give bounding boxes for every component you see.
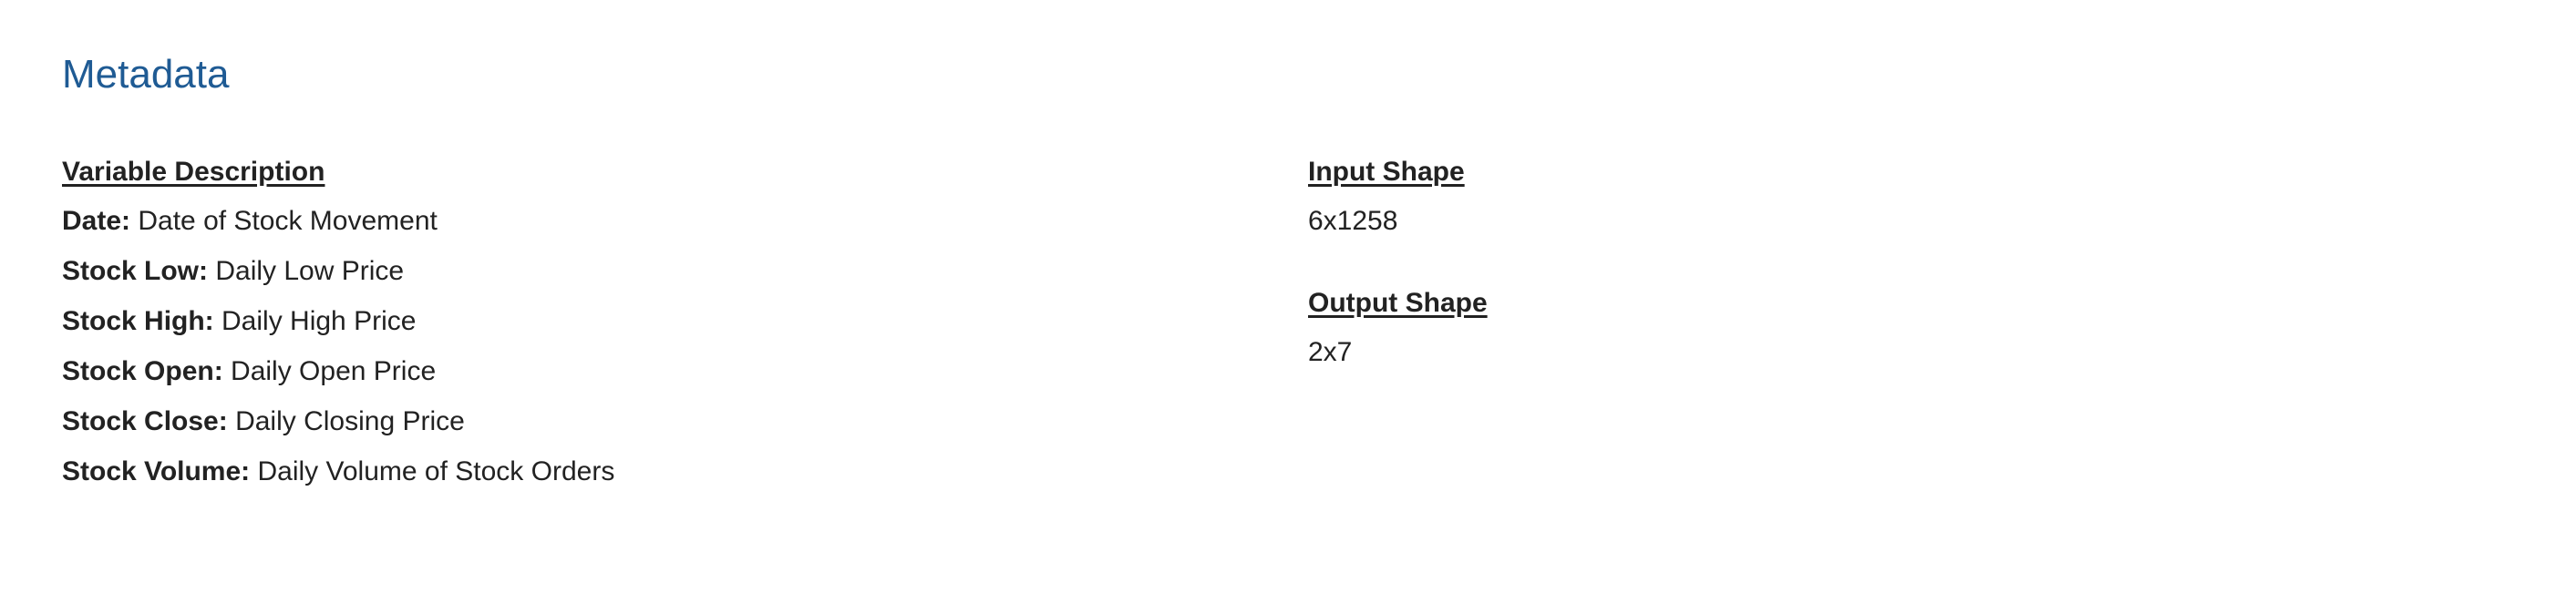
variable-list: Date: Date of Stock Movement Stock Low: …	[62, 204, 1247, 489]
variable-item-stock-close: Stock Close: Daily Closing Price	[62, 404, 1247, 439]
input-shape-value: 6x1258	[1308, 206, 1398, 236]
variable-description: Daily Open Price	[231, 356, 437, 386]
shape-section: Input Shape 6x1258 Output Shape 2x7	[1308, 155, 2493, 370]
variable-description-section: Variable Description Date: Date of Stock…	[62, 155, 1247, 489]
variable-description: Daily Volume of Stock Orders	[257, 456, 615, 486]
output-shape-heading: Output Shape	[1308, 288, 1488, 318]
variable-name: Stock Close:	[62, 406, 228, 436]
variable-description: Date of Stock Movement	[138, 206, 438, 236]
variable-name: Stock Volume:	[62, 456, 251, 486]
variable-name: Stock Open:	[62, 356, 223, 386]
variable-name: Stock Low:	[62, 256, 209, 286]
variable-name: Date:	[62, 206, 131, 236]
variable-name: Stock High:	[62, 306, 214, 336]
input-shape-heading: Input Shape	[1308, 157, 1465, 187]
variable-description: Daily Closing Price	[235, 406, 465, 436]
variable-description: Daily High Price	[222, 306, 417, 336]
variable-item-stock-low: Stock Low: Daily Low Price	[62, 254, 1247, 289]
variable-item-date: Date: Date of Stock Movement	[62, 204, 1247, 239]
input-shape-block: Input Shape 6x1258	[1308, 155, 2493, 239]
variable-description: Daily Low Price	[215, 256, 405, 286]
variable-item-stock-volume: Stock Volume: Daily Volume of Stock Orde…	[62, 455, 1247, 489]
page-title: Metadata	[62, 52, 230, 97]
variable-description-heading: Variable Description	[62, 157, 325, 187]
output-shape-value: 2x7	[1308, 337, 1353, 367]
variable-item-stock-open: Stock Open: Daily Open Price	[62, 354, 1247, 389]
variable-item-stock-high: Stock High: Daily High Price	[62, 304, 1247, 339]
output-shape-block: Output Shape 2x7	[1308, 286, 2493, 370]
